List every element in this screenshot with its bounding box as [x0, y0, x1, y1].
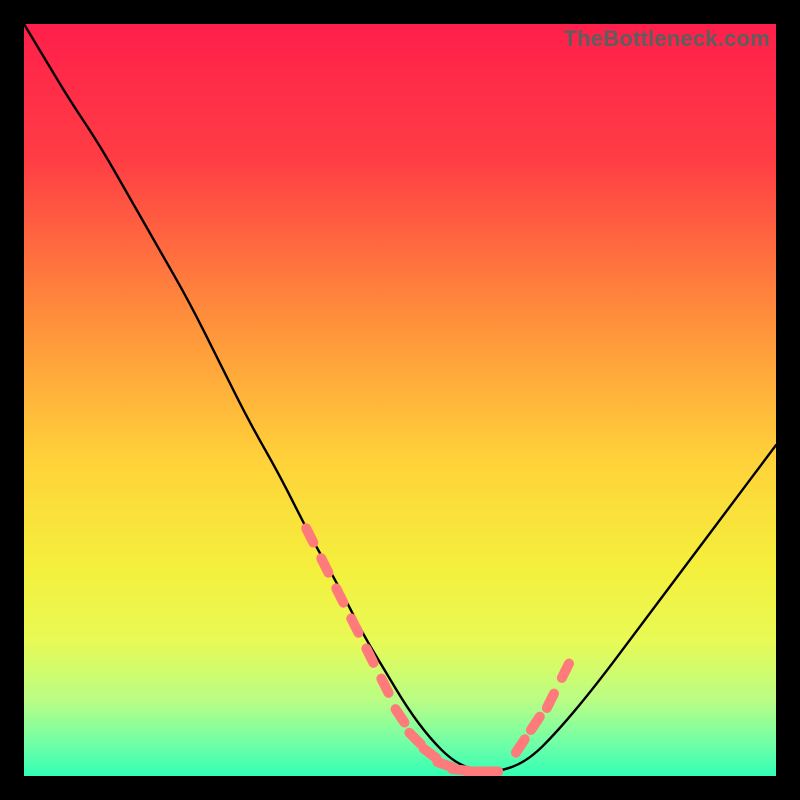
highlight-dash [562, 664, 569, 678]
highlight-dash [366, 649, 373, 663]
highlight-dash [351, 618, 358, 632]
highlight-dash [306, 528, 313, 542]
chart-frame: TheBottleneck.com [0, 0, 800, 800]
chart-svg [24, 24, 776, 776]
highlight-dash [321, 558, 328, 572]
watermark-text: TheBottleneck.com [564, 26, 770, 52]
plot-area: TheBottleneck.com [24, 24, 776, 776]
highlight-dash [547, 694, 554, 708]
highlight-dash [336, 588, 343, 602]
highlight-dash [381, 679, 388, 693]
gradient-bg [24, 24, 776, 776]
